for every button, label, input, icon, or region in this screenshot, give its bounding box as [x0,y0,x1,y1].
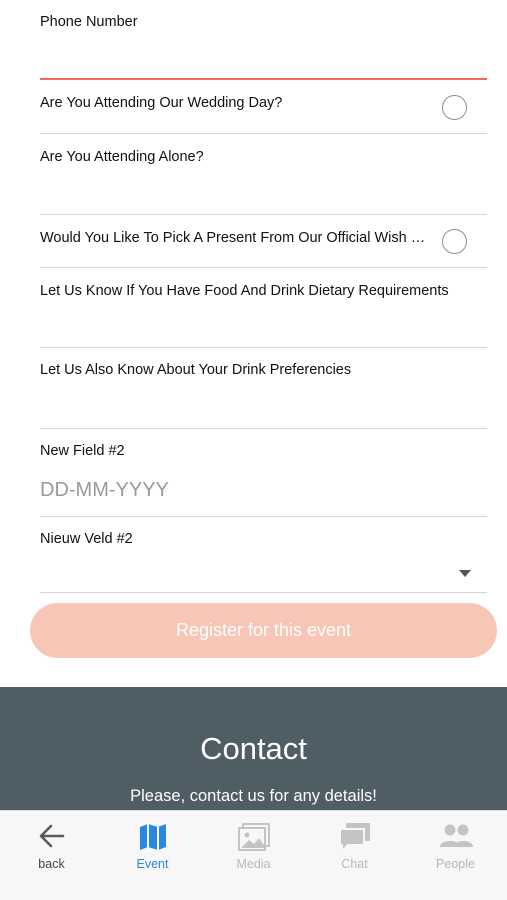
attending-wedding-radio[interactable] [442,95,467,120]
tab-media-label: Media [236,857,271,871]
attending-alone-label: Are You Attending Alone? [40,149,204,165]
drink-preferences-field[interactable]: Let Us Also Know About Your Drink Prefer… [40,348,487,429]
tab-chat[interactable]: Chat [304,811,405,900]
people-icon [438,821,474,856]
tab-event[interactable]: Event [102,811,203,900]
chevron-down-icon [459,570,471,577]
wish-list-field[interactable]: Would You Like To Pick A Present From Ou… [40,215,487,268]
tab-bar: back Event Media Chat People [0,810,507,900]
dietary-field[interactable]: Let Us Know If You Have Food And Drink D… [40,268,487,348]
tab-people-label: People [436,857,475,871]
tab-media[interactable]: Media [203,811,304,900]
nieuw-veld-select[interactable]: Nieuw Veld #2 [40,517,487,593]
wish-list-radio[interactable] [442,229,467,254]
attending-wedding-label: Are You Attending Our Wedding Day? [40,95,283,111]
tab-back-label: back [38,857,65,871]
tab-chat-label: Chat [341,857,368,871]
tab-back[interactable]: back [1,811,102,900]
phone-number-label: Phone Number [40,14,138,30]
contact-subtitle: Please, contact us for any details! [130,787,377,805]
wish-list-label: Would You Like To Pick A Present From Ou… [40,230,432,246]
contact-section: Contact Please, contact us for any detai… [0,687,507,810]
chat-icon [338,821,372,858]
arrow-left-icon [37,821,67,856]
attending-wedding-field[interactable]: Are You Attending Our Wedding Day? [40,80,487,134]
phone-number-field[interactable]: Phone Number [40,0,487,80]
dietary-label: Let Us Know If You Have Food And Drink D… [40,283,449,299]
new-field-date-input[interactable]: New Field #2 DD-MM-YYYY [40,429,487,517]
contact-title: Contact [200,731,307,766]
nieuw-veld-label: Nieuw Veld #2 [40,531,133,547]
register-button[interactable]: Register for this event [30,603,497,658]
attending-alone-field[interactable]: Are You Attending Alone? [40,134,487,215]
drink-preferences-label: Let Us Also Know About Your Drink Prefer… [40,362,352,378]
tab-people[interactable]: People [405,811,506,900]
image-icon [237,821,271,858]
new-field-label: New Field #2 [40,443,125,459]
map-icon [137,821,169,858]
date-placeholder: DD-MM-YYYY [40,479,169,501]
tab-event-label: Event [136,857,169,871]
